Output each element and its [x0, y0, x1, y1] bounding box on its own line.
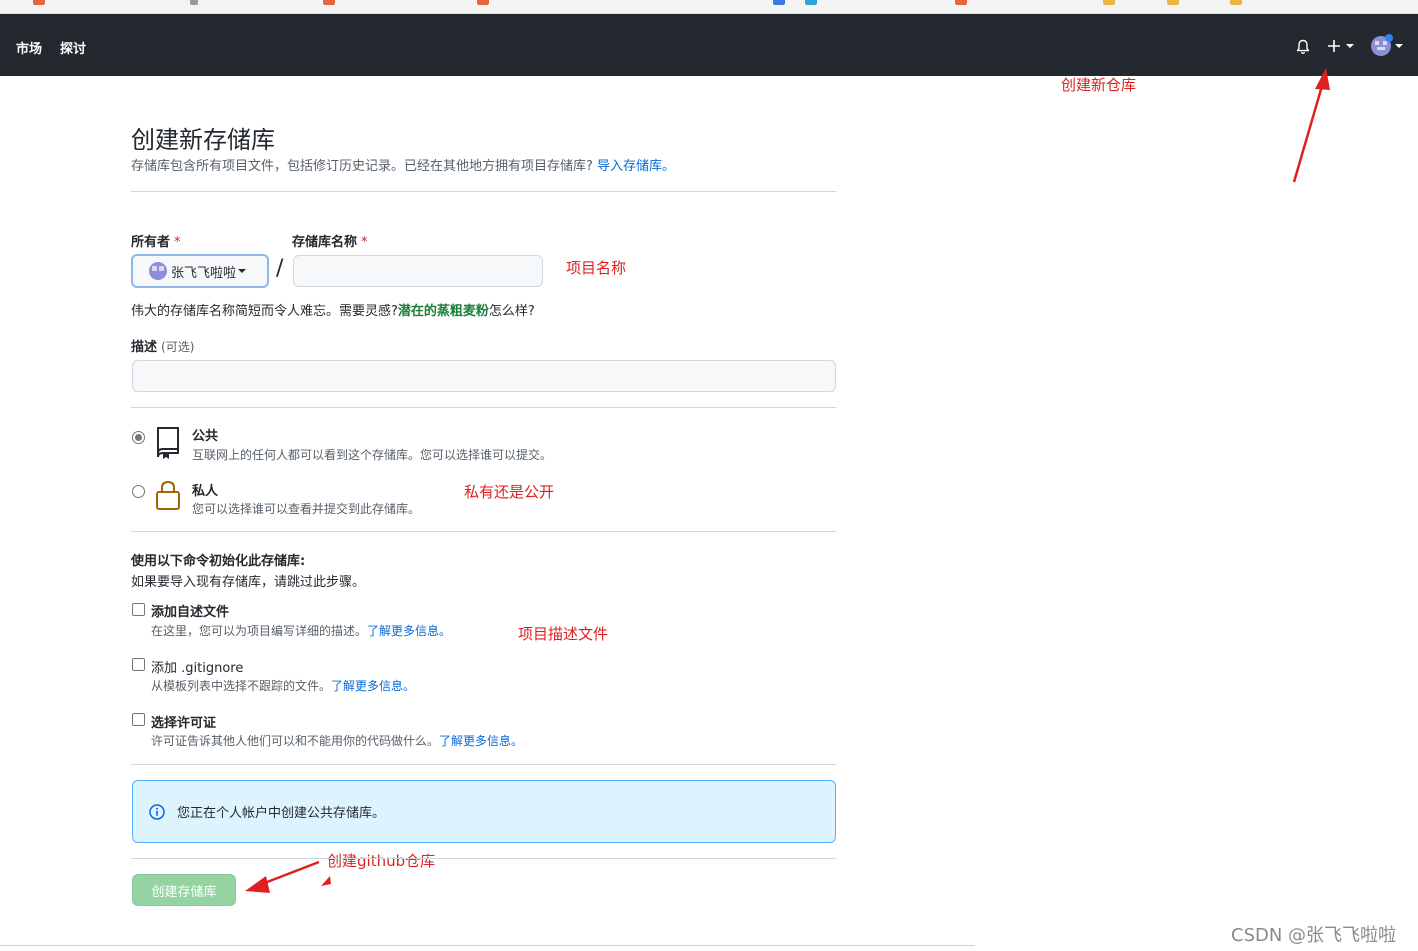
nav-link-explore[interactable]: 探讨 [60, 38, 86, 57]
repo-name-input[interactable] [293, 255, 543, 287]
chevron-down-icon [238, 269, 247, 273]
owner-avatar [149, 262, 167, 280]
bookmark-icon[interactable] [1103, 0, 1115, 5]
annotation-create-repo: 创建新仓库 [1061, 76, 1137, 94]
notice-text: 您正在个人帐户中创建公共存储库。 [177, 806, 386, 821]
create-new-menu[interactable] [1326, 36, 1358, 56]
visibility-private-desc: 您可以选择谁可以查看并提交到此存储库。 [192, 502, 421, 516]
arrow-to-create-button [245, 860, 331, 893]
bookmark-icon[interactable] [477, 0, 489, 5]
csdn-watermark: CSDN @张飞飞啦啦 [1231, 925, 1397, 946]
divider [131, 764, 836, 765]
hint-prefix: 伟大的存储库名称简短而令人难忘。需要灵感? [131, 304, 398, 319]
choose-license-checkbox[interactable] [132, 713, 145, 726]
repo-name-label-text: 存储库名称 [292, 235, 358, 250]
bookmark-icon[interactable] [1230, 0, 1242, 5]
hint-suffix: 怎么样? [488, 304, 535, 319]
user-avatar-menu[interactable] [1369, 34, 1405, 58]
description-input[interactable] [132, 360, 836, 392]
owner-name: 张飞飞啦啦 [171, 265, 237, 281]
page-title: 创建新存储库 [131, 126, 275, 154]
license-desc-text: 许可证告诉其他人他们可以和不能用你的代码做什么。 [151, 734, 440, 748]
readme-desc-text: 在这里，您可以为项目编写详细的描述。 [151, 624, 368, 638]
init-heading: 使用以下命令初始化此存储库: [131, 554, 306, 569]
divider [131, 531, 836, 532]
gitignore-desc-text: 从模板列表中选择不跟踪的文件。 [151, 679, 332, 693]
avatar [1371, 34, 1403, 56]
readme-learn-more-link[interactable]: 了解更多信息。 [367, 624, 451, 638]
top-navigation-bar: 市场 探讨 [0, 14, 1418, 76]
description-label-text: 描述 [131, 340, 158, 355]
owner-label: 所有者 * [131, 231, 181, 250]
add-gitignore-desc: 从模板列表中选择不跟踪的文件。了解更多信息。 [151, 677, 415, 694]
choose-license-title: 选择许可证 [151, 716, 217, 731]
license-learn-more-link[interactable]: 了解更多信息。 [439, 734, 523, 748]
gitignore-learn-more-link[interactable]: 了解更多信息。 [331, 679, 415, 693]
nav-link-marketplace[interactable]: 市场 [16, 38, 42, 57]
annotation-readme-file: 项目描述文件 [518, 625, 609, 643]
divider [131, 407, 836, 408]
required-mark: * [361, 235, 368, 250]
bookmark-icon[interactable] [1167, 0, 1179, 5]
divider [131, 858, 836, 859]
page-subtitle: 存储库包含所有项目文件，包括修订历史记录。已经在其他地方拥有项目存储库? 导入存… [131, 155, 675, 174]
add-gitignore-checkbox[interactable] [132, 658, 145, 671]
visibility-public-radio[interactable] [132, 431, 145, 444]
choose-license-desc: 许可证告诉其他人他们可以和不能用你的代码做什么。了解更多信息。 [151, 732, 523, 749]
owner-select[interactable]: 张飞飞啦啦 [131, 254, 269, 288]
bookmark-icon[interactable] [805, 0, 817, 5]
visibility-public-desc: 互联网上的任何人都可以看到这个存储库。您可以选择谁可以提交。 [192, 448, 553, 462]
divider [131, 191, 836, 192]
info-icon [149, 803, 165, 820]
repo-book-icon [157, 427, 179, 459]
owner-label-text: 所有者 [131, 235, 171, 250]
required-mark: * [174, 235, 181, 250]
optional-tag: (可选) [161, 340, 195, 354]
owner-repo-separator: / [276, 256, 284, 281]
bookmark-icon[interactable] [955, 0, 967, 5]
bookmark-icon[interactable] [773, 0, 785, 5]
annotation-create-github-repo: 创建github仓库 [327, 852, 436, 870]
visibility-public-title: 公共 [192, 429, 219, 444]
create-repository-button[interactable]: 创建存储库 [132, 874, 236, 906]
subtitle-text: 存储库包含所有项目文件，包括修订历史记录。已经在其他地方拥有项目存储库? [131, 159, 593, 174]
bookmark-icon[interactable] [33, 0, 45, 5]
bookmark-icon[interactable] [323, 0, 335, 5]
add-gitignore-title: 添加 .gitignore [151, 661, 244, 676]
visibility-private-radio[interactable] [132, 485, 145, 498]
repo-name-hint: 伟大的存储库名称简短而令人难忘。需要灵感?潜在的蒸粗麦粉怎么样? [131, 300, 535, 319]
add-readme-checkbox[interactable] [132, 603, 145, 616]
info-notice: 您正在个人帐户中创建公共存储库。 [132, 780, 836, 843]
description-label: 描述 (可选) [131, 336, 194, 355]
repo-name-label: 存储库名称 * [292, 231, 368, 250]
name-suggestion-link[interactable]: 潜在的蒸粗麦粉 [398, 304, 489, 319]
annotation-project-name: 项目名称 [566, 259, 627, 277]
visibility-private-title: 私人 [192, 484, 219, 499]
import-repo-link[interactable]: 导入存储库。 [597, 159, 675, 174]
plus-icon [1328, 40, 1354, 52]
page-bottom-border [0, 945, 975, 946]
annotation-private-public: 私有还是公开 [464, 483, 555, 501]
init-subheading: 如果要导入现有存储库，请跳过此步骤。 [131, 575, 366, 590]
arrow-to-plus-icon [1292, 68, 1330, 183]
browser-bookmark-strip [0, 0, 1418, 14]
bell-icon[interactable] [1294, 38, 1312, 56]
bookmark-icon[interactable] [190, 0, 198, 5]
add-readme-title: 添加自述文件 [151, 605, 230, 620]
add-readme-desc: 在这里，您可以为项目编写详细的描述。了解更多信息。 [151, 622, 451, 639]
lock-icon [156, 480, 180, 510]
